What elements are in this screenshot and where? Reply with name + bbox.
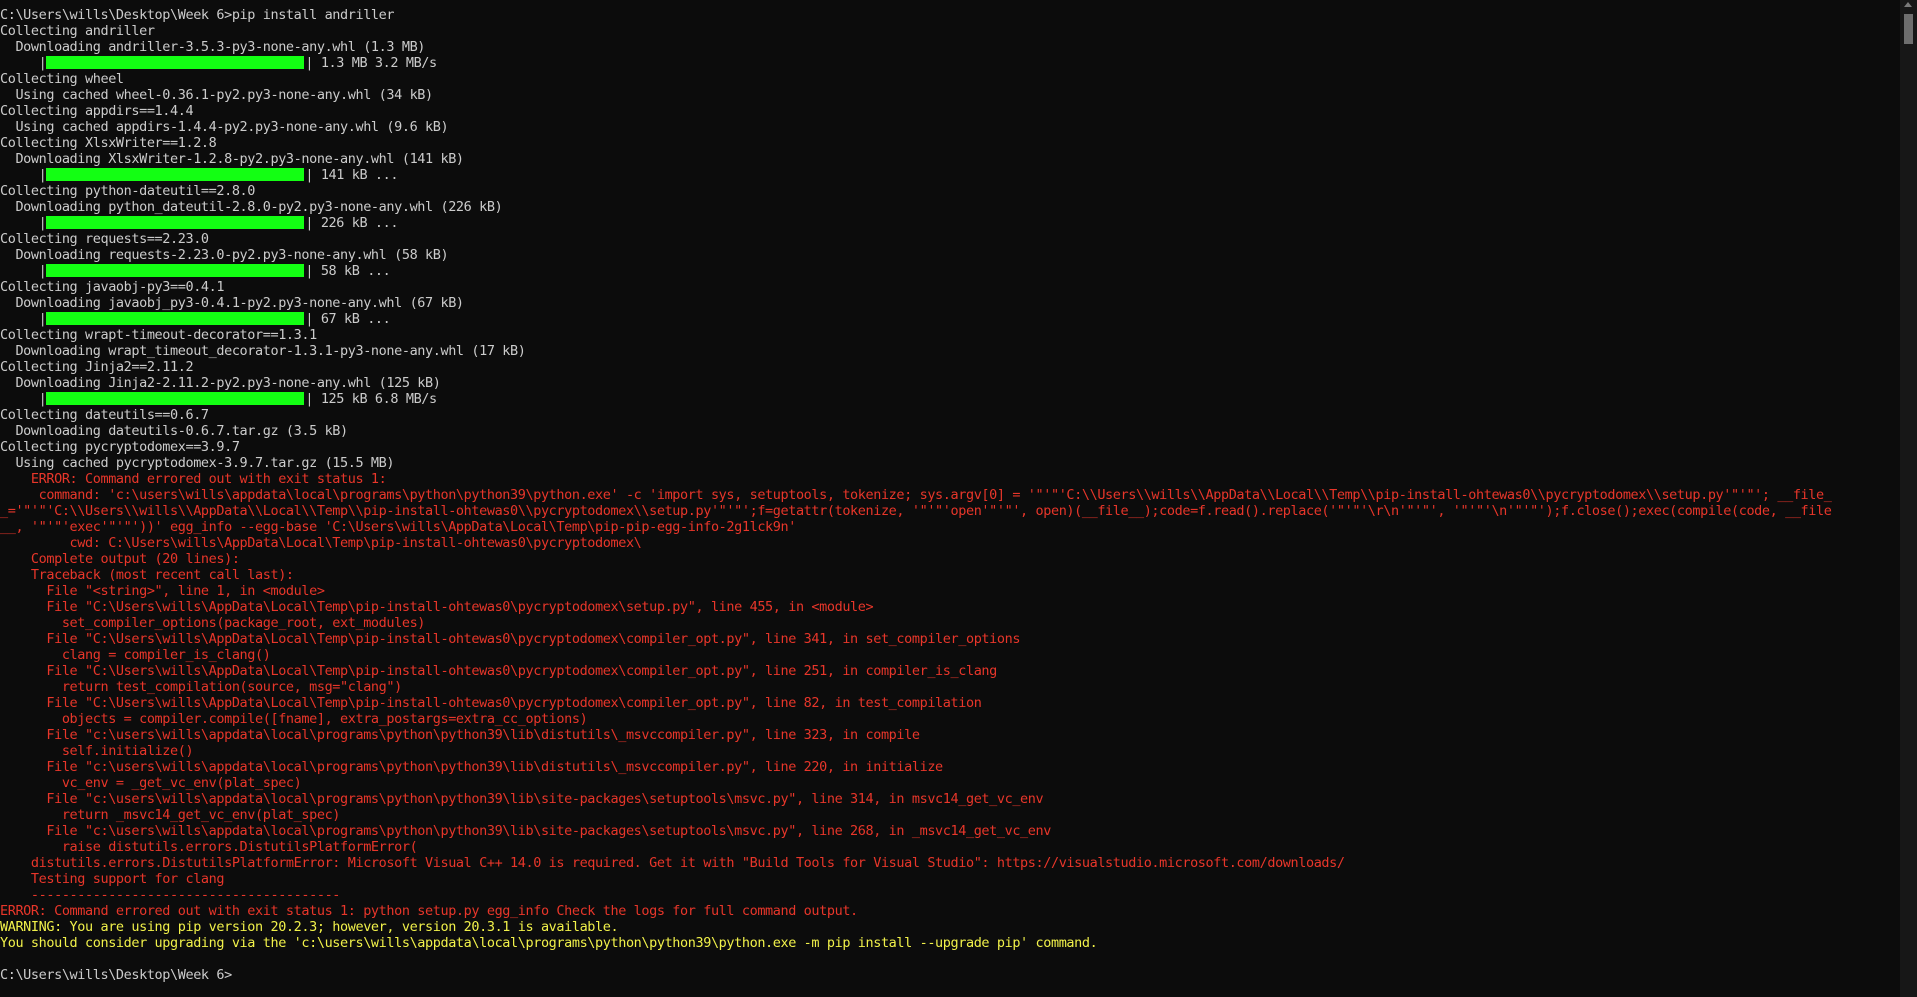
- error-line: ERROR: Command errored out with exit sta…: [0, 903, 858, 919]
- output-line: Collecting javaobj-py3==0.4.1: [0, 279, 225, 295]
- output-line: Using cached appdirs-1.4.4-py2.py3-none-…: [0, 119, 449, 135]
- output-line: Downloading dateutils-0.6.7.tar.gz (3.5 …: [0, 423, 348, 439]
- output-line: Collecting python-dateutil==2.8.0: [0, 183, 256, 199]
- output-line: Collecting appdirs==1.4.4: [0, 103, 194, 119]
- output-line: Downloading javaobj_py3-0.4.1-py2.py3-no…: [0, 295, 464, 311]
- error-line: clang = compiler_is_clang(): [0, 647, 271, 663]
- output-line: Collecting dateutils==0.6.7: [0, 407, 209, 423]
- progress-prefix: |: [0, 311, 47, 327]
- progress-prefix: |: [0, 167, 47, 183]
- error-line: File "C:\Users\wills\AppData\Local\Temp\…: [0, 631, 1021, 647]
- progress-bar-fill: [46, 264, 305, 277]
- error-line: File "c:\users\wills\appdata\local\progr…: [0, 791, 1044, 807]
- progress-line: | | 125 kB 6.8 MB/s: [0, 391, 1900, 407]
- error-line: File "c:\users\wills\appdata\local\progr…: [0, 727, 920, 743]
- progress-suffix: | 1.3 MB 3.2 MB/s: [305, 55, 437, 71]
- progress-line: | | 141 kB ...: [0, 167, 1900, 183]
- error-line: Traceback (most recent call last):: [0, 567, 294, 583]
- error-line: vc_env = _get_vc_env(plat_spec): [0, 775, 302, 791]
- progress-line: | | 1.3 MB 3.2 MB/s: [0, 55, 1900, 71]
- error-line: Complete output (20 lines):: [0, 551, 240, 567]
- output-line: Collecting pycryptodomex==3.9.7: [0, 439, 240, 455]
- progress-prefix: |: [0, 391, 47, 407]
- output-line: Downloading XlsxWriter-1.2.8-py2.py3-non…: [0, 151, 464, 167]
- error-line: File "C:\Users\wills\AppData\Local\Temp\…: [0, 695, 982, 711]
- output-line: Collecting wheel: [0, 71, 124, 87]
- error-line: Testing support for clang: [0, 871, 225, 887]
- scroll-up-arrow-icon[interactable]: [1904, 2, 1912, 7]
- progress-bar-fill: [46, 168, 305, 181]
- progress-suffix: | 226 kB ...: [305, 215, 399, 231]
- output-line: Downloading Jinja2-2.11.2-py2.py3-none-a…: [0, 375, 441, 391]
- terminal-output[interactable]: C:\Users\wills\Desktop\Week 6>pip instal…: [0, 0, 1900, 997]
- error-line: distutils.errors.DistutilsPlatformError:…: [0, 855, 1345, 871]
- error-line: return test_compilation(source, msg="cla…: [0, 679, 402, 695]
- error-line: File "C:\Users\wills\AppData\Local\Temp\…: [0, 599, 874, 615]
- error-line: _='"'"'C:\\Users\\wills\\AppData\\Local\…: [0, 503, 1832, 519]
- error-line: File "c:\users\wills\appdata\local\progr…: [0, 823, 1051, 839]
- progress-prefix: |: [0, 215, 47, 231]
- progress-suffix: | 125 kB 6.8 MB/s: [305, 391, 437, 407]
- error-line: return _msvc14_get_vc_env(plat_spec): [0, 807, 341, 823]
- output-line: Using cached pycryptodomex-3.9.7.tar.gz …: [0, 455, 395, 471]
- error-line: File "c:\users\wills\appdata\local\progr…: [0, 759, 943, 775]
- error-line: File "<string>", line 1, in <module>: [0, 583, 325, 599]
- progress-bar-fill: [46, 312, 305, 325]
- error-line: cwd: C:\Users\wills\AppData\Local\Temp\p…: [0, 535, 642, 551]
- output-line: Downloading andriller-3.5.3-py3-none-any…: [0, 39, 426, 55]
- error-line: File "C:\Users\wills\AppData\Local\Temp\…: [0, 663, 997, 679]
- error-line: self.initialize(): [0, 743, 194, 759]
- error-line: ----------------------------------------: [0, 887, 341, 903]
- warning-line: You should consider upgrading via the 'c…: [0, 935, 1098, 951]
- progress-line: | | 226 kB ...: [0, 215, 1900, 231]
- output-line: Downloading requests-2.23.0-py2.py3-none…: [0, 247, 449, 263]
- error-line: objects = compiler.compile([fname], extr…: [0, 711, 588, 727]
- error-line: set_compiler_options(package_root, ext_m…: [0, 615, 426, 631]
- progress-prefix: |: [0, 263, 47, 279]
- scrollbar-thumb[interactable]: [1904, 14, 1913, 44]
- error-line: command: 'c:\users\wills\appdata\local\p…: [0, 487, 1832, 503]
- progress-line: | | 67 kB ...: [0, 311, 1900, 327]
- output-line: Collecting XlsxWriter==1.2.8: [0, 135, 217, 151]
- output-line: Using cached wheel-0.36.1-py2.py3-none-a…: [0, 87, 433, 103]
- output-line: Collecting wrapt-timeout-decorator==1.3.…: [0, 327, 317, 343]
- output-line: Collecting andriller: [0, 23, 155, 39]
- error-line: raise distutils.errors.DistutilsPlatform…: [0, 839, 418, 855]
- error-line: ERROR: Command errored out with exit sta…: [0, 471, 387, 487]
- output-line: Downloading python_dateutil-2.8.0-py2.py…: [0, 199, 503, 215]
- progress-bar-fill: [46, 392, 305, 405]
- error-line: __, '"'"'exec'"'"'))' egg_info --egg-bas…: [0, 519, 796, 535]
- output-line: Collecting requests==2.23.0: [0, 231, 209, 247]
- vertical-scrollbar[interactable]: [1900, 0, 1917, 997]
- progress-suffix: | 67 kB ...: [305, 311, 391, 327]
- output-line: Downloading wrapt_timeout_decorator-1.3.…: [0, 343, 526, 359]
- progress-suffix: | 141 kB ...: [305, 167, 399, 183]
- progress-bar-fill: [46, 56, 305, 69]
- output-line: Collecting Jinja2==2.11.2: [0, 359, 194, 375]
- progress-bar-fill: [46, 216, 305, 229]
- progress-prefix: |: [0, 55, 47, 71]
- warning-line: WARNING: You are using pip version 20.2.…: [0, 919, 619, 935]
- output-line: C:\Users\wills\Desktop\Week 6>pip instal…: [0, 7, 395, 23]
- output-line: C:\Users\wills\Desktop\Week 6>: [0, 967, 232, 983]
- progress-line: | | 58 kB ...: [0, 263, 1900, 279]
- progress-suffix: | 58 kB ...: [305, 263, 391, 279]
